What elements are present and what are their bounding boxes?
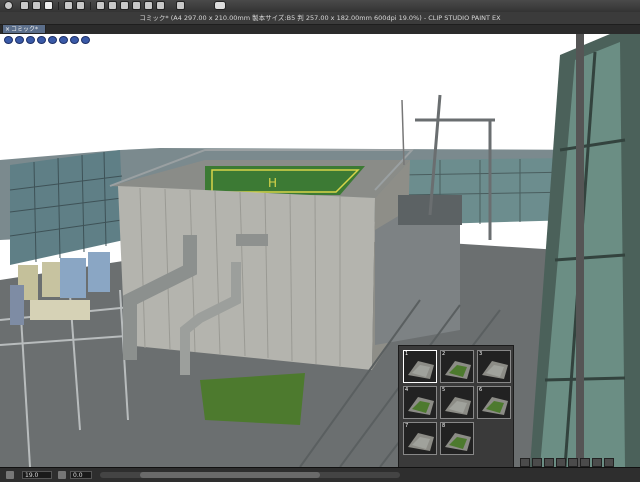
thumbnail-number: 2 (442, 351, 446, 357)
title-bar: コミック* (A4 297.00 x 210.00mm 製本サイズ:B5 判 2… (0, 12, 640, 25)
rotate-icon[interactable] (15, 36, 24, 44)
thumbnail-image (478, 351, 510, 382)
duplicate-icon[interactable] (532, 458, 542, 467)
ruler-toggle-icon[interactable] (176, 1, 185, 10)
rotate-icon[interactable] (58, 471, 66, 479)
material-thumbnail[interactable]: 5 (440, 386, 474, 419)
select-icon[interactable] (120, 1, 129, 10)
fill-icon[interactable] (144, 1, 153, 10)
thumbnail-number: 8 (442, 423, 446, 429)
material-thumbnail[interactable]: 7 (403, 422, 437, 455)
layer-icon[interactable] (520, 458, 530, 467)
angle-field[interactable]: 0.0 (70, 471, 92, 479)
material-thumbnail[interactable]: 3 (477, 350, 511, 383)
thumbnail-image (404, 351, 436, 382)
light-icon[interactable] (580, 458, 590, 467)
thumbnail-image (441, 351, 473, 382)
help-icon[interactable] (214, 1, 226, 10)
svg-text:H: H (268, 176, 277, 190)
transform-icon[interactable] (108, 1, 117, 10)
delete-icon[interactable] (556, 458, 566, 467)
status-bar: 19.0 0.0 (0, 467, 640, 482)
thumbnail-number: 7 (405, 423, 409, 429)
vertical-scrollbar[interactable] (576, 34, 584, 467)
document-tab[interactable]: × コミック* (2, 24, 46, 34)
app-menu-icon[interactable] (4, 1, 13, 10)
thumbnail-number: 3 (479, 351, 483, 357)
window-title: コミック* (A4 297.00 x 210.00mm 製本サイズ:B5 判 2… (139, 14, 501, 22)
close-icon[interactable]: × (5, 25, 10, 34)
toolbar-divider (58, 2, 59, 10)
material-thumbnail[interactable]: 8 (440, 422, 474, 455)
thumbnail-number: 4 (405, 387, 409, 393)
thumbnail-image (441, 387, 473, 418)
3d-scene: H (0, 34, 640, 467)
zoom-field[interactable]: 19.0 (22, 471, 52, 479)
thumbnail-number: 1 (405, 351, 409, 357)
panel-icons (520, 458, 614, 467)
layer-tool-icon[interactable] (4, 36, 13, 44)
options-icon[interactable] (592, 458, 602, 467)
thumbnail-image (478, 387, 510, 418)
thumbnail-image (441, 423, 473, 454)
camera-icon[interactable] (568, 458, 578, 467)
thumbnail-image (404, 387, 436, 418)
open-icon[interactable] (32, 1, 41, 10)
navigator-icon[interactable] (6, 471, 14, 479)
settings-icon[interactable] (81, 36, 90, 44)
new-icon[interactable] (20, 1, 29, 10)
material-thumbnail[interactable]: 6 (477, 386, 511, 419)
object-launcher (4, 36, 90, 44)
expand-icon[interactable] (604, 458, 614, 467)
material-thumbnail[interactable]: 2 (440, 350, 474, 383)
scrollbar-thumb[interactable] (140, 472, 320, 478)
clip-studio-window: コミック* (A4 297.00 x 210.00mm 製本サイズ:B5 判 2… (0, 0, 640, 482)
move-icon[interactable] (26, 36, 35, 44)
redo-icon[interactable] (76, 1, 85, 10)
ruler-icon[interactable] (156, 1, 165, 10)
document-tab-label: コミック* (11, 26, 39, 33)
deselect-icon[interactable] (132, 1, 141, 10)
thumbnail-number: 6 (479, 387, 483, 393)
material-thumbnail[interactable]: 1 (403, 350, 437, 383)
thumbnail-number: 5 (442, 387, 446, 393)
save-icon[interactable] (44, 1, 53, 10)
camera-icon[interactable] (48, 36, 57, 44)
canvas-area[interactable]: H (0, 34, 640, 467)
object-icon[interactable] (59, 36, 68, 44)
clear-icon[interactable] (96, 1, 105, 10)
undo-icon[interactable] (64, 1, 73, 10)
thumbnail-grid: 1 2 3 4 5 6 7 8 (403, 350, 511, 455)
material-icon[interactable] (70, 36, 79, 44)
material-thumbnail[interactable]: 4 (403, 386, 437, 419)
thumbnail-image (404, 423, 436, 454)
horizontal-scrollbar[interactable] (100, 472, 400, 478)
material-thumbnails-panel: 1 2 3 4 5 6 7 8 (398, 345, 514, 479)
link-icon[interactable] (544, 458, 554, 467)
toolbar-divider (90, 2, 91, 10)
zoom-icon[interactable] (37, 36, 46, 44)
